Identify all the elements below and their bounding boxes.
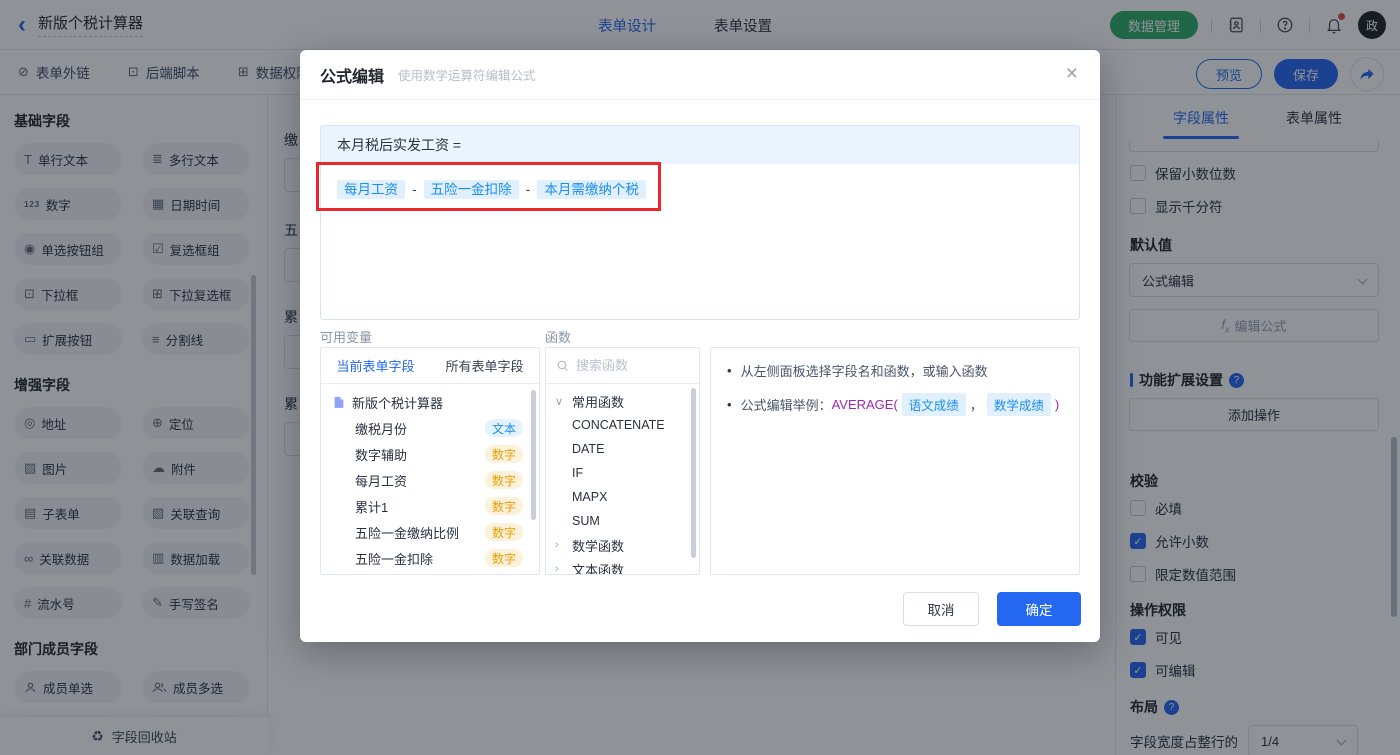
function-item[interactable]: CONCATENATE — [546, 413, 699, 437]
hint-line-1: • 从左侧面板选择字段名和函数，或输入函数 — [727, 361, 1063, 380]
file-icon — [334, 396, 344, 408]
hint-function-name: AVERAGE( — [831, 397, 898, 412]
hint-example-prefix: 公式编辑举例： — [740, 398, 832, 413]
chevron-right-icon: › — [555, 539, 559, 551]
field-type-badge: 数字 — [484, 549, 523, 567]
variable-field-row[interactable]: 五险一金扣除 数字 — [321, 545, 539, 571]
field-type-badge: 数字 — [484, 445, 523, 463]
variable-field-name: 数字辅助 — [355, 447, 408, 463]
function-group-0[interactable]: ∨ 常用函数 — [546, 389, 699, 413]
variables-tabs: 当前表单字段 所有表单字段 — [321, 348, 539, 384]
hint-arg-chip: 数学成绩 — [986, 393, 1051, 416]
modal-subtitle: 使用数学运算符编辑公式 — [398, 69, 536, 83]
variable-field-name: 累计1 — [355, 499, 389, 515]
field-type-badge: 数字 — [484, 497, 523, 515]
variable-field-name: 缴税月份 — [355, 421, 408, 437]
function-group-2[interactable]: › 文本函数 — [546, 557, 699, 575]
field-type-badge: 数字 — [484, 523, 523, 541]
hints-panel: • 从左侧面板选择字段名和函数，或输入函数 • 公式编辑举例： AVERAGE(… — [710, 347, 1080, 575]
formula-input-area[interactable]: 每月工资 - 五险一金扣除 - 本月需缴纳个税 — [321, 164, 1079, 213]
variables-panel: 当前表单字段 所有表单字段 新版个税计算器 缴税月份 文本 数字辅助 数字 每月工资 数字 累计… — [320, 347, 540, 575]
function-item[interactable]: MAPX — [546, 485, 699, 509]
formula-token-chip[interactable]: 本月需缴纳个税 — [537, 180, 646, 199]
variables-tab-1[interactable]: 所有表单字段 — [430, 348, 539, 383]
variables-root-label: 新版个税计算器 — [352, 395, 444, 411]
variables-tab-0[interactable]: 当前表单字段 — [321, 348, 430, 383]
cancel-button[interactable]: 取消 — [903, 592, 979, 626]
functions-scrollbar[interactable] — [691, 388, 696, 558]
field-type-badge: 文本 — [484, 419, 523, 437]
function-group-label: 文本函数 — [572, 562, 625, 575]
function-item[interactable]: SUM — [546, 509, 699, 533]
formula-target: 本月税后实发工资 = — [321, 126, 1079, 164]
formula-editor-box: 本月税后实发工资 = 每月工资 - 五险一金扣除 - 本月需缴纳个税 — [320, 125, 1080, 320]
variables-scrollbar[interactable] — [531, 390, 536, 520]
variable-field-row[interactable]: 缴税月份 文本 — [321, 415, 539, 441]
function-search — [546, 348, 699, 384]
function-search-input[interactable] — [576, 358, 676, 373]
variable-field-row[interactable]: 每月工资 数字 — [321, 467, 539, 493]
variable-field-name: 每月工资 — [355, 473, 408, 489]
search-icon — [557, 360, 568, 371]
close-icon[interactable]: × — [1066, 63, 1078, 84]
hint-function-close: ) — [1054, 397, 1060, 412]
hint-line-2: • 公式编辑举例： AVERAGE( 语文成绩 ， 数学成绩 ) — [727, 393, 1063, 416]
function-group-1[interactable]: › 数学函数 — [546, 533, 699, 557]
bullet-icon: • — [727, 363, 732, 378]
variable-field-row[interactable]: 数字辅助 数字 — [321, 441, 539, 467]
field-type-badge: 数字 — [484, 471, 523, 489]
function-item[interactable]: DATE — [546, 437, 699, 461]
confirm-button[interactable]: 确定 — [997, 592, 1081, 626]
function-item[interactable]: IF — [546, 461, 699, 485]
variable-field-row[interactable]: 累计1 数字 — [321, 493, 539, 519]
variable-field-name: 五险一金扣除 — [355, 551, 434, 567]
functions-label: 函数 — [545, 330, 572, 345]
variables-label: 可用变量 — [320, 330, 373, 345]
chevron-right-icon: › — [555, 563, 559, 575]
modal-title: 公式编辑 — [320, 68, 385, 86]
hint-arg-chip: 语文成绩 — [901, 393, 966, 416]
hint-comma: ， — [969, 398, 983, 413]
function-group-label: 数学函数 — [572, 538, 625, 554]
variables-root-row[interactable]: 新版个税计算器 — [321, 389, 539, 415]
chevron-down-icon: ∨ — [555, 395, 564, 408]
bullet-icon: • — [727, 397, 732, 412]
formula-token-chip[interactable]: 五险一金扣除 — [423, 180, 519, 199]
functions-panel: ∨ 常用函数 CONCATENATEDATEIFMAPXSUM › 数学函数 › 文本函数 — [545, 347, 700, 575]
variable-field-name: 五险一金缴纳比例 — [355, 525, 460, 541]
modal-header: 公式编辑 使用数学运算符编辑公式 — [300, 50, 1100, 100]
app-root: ‹ 新版个税计算器 表单设计 表单设置 数据管理 政 ⊘ 表单外链 ⊡ 后端脚本 ⊞ 数据权… — [0, 0, 1400, 755]
formula-token-chip[interactable]: 每月工资 — [337, 180, 405, 199]
variable-field-row[interactable]: 五险一金缴纳比例 数字 — [321, 519, 539, 545]
hint-text: 从左侧面板选择字段名和函数，或输入函数 — [740, 364, 988, 379]
modal-footer: 取消 确定 — [903, 592, 1081, 626]
function-group-label: 常用函数 — [572, 394, 625, 410]
formula-operator: - — [412, 181, 417, 197]
formula-operator: - — [525, 181, 531, 197]
formula-editor-modal: 公式编辑 使用数学运算符编辑公式 × 本月税后实发工资 = 每月工资 - 五险一金扣… — [300, 50, 1100, 642]
